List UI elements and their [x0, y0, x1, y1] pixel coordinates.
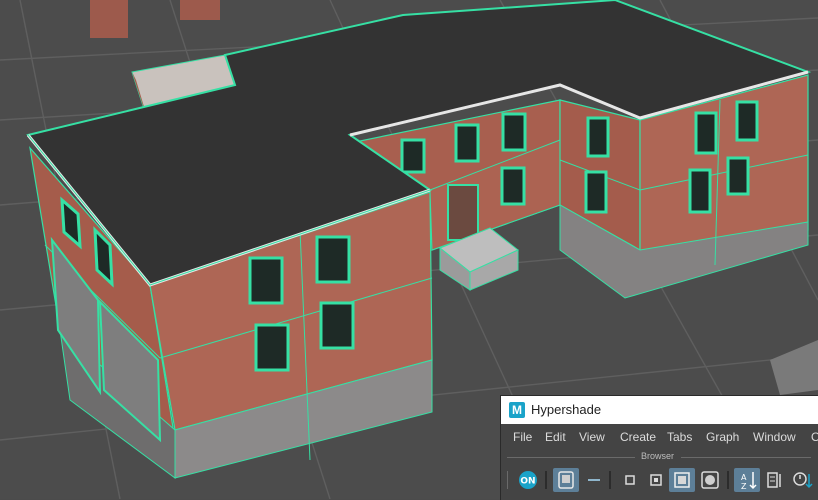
svg-text:Z: Z	[741, 482, 747, 491]
svg-text:A: A	[741, 473, 747, 482]
list-view-icon[interactable]	[581, 468, 607, 492]
large-icon-size-icon[interactable]	[669, 468, 695, 492]
browser-divider-left	[507, 457, 635, 458]
menu-overflow[interactable]: O	[811, 430, 818, 444]
menu-bar: File Edit View Create Tabs Graph Window …	[501, 425, 818, 449]
hypershade-panel[interactable]: M Hypershade File Edit View Create Tabs …	[500, 395, 818, 500]
menu-window[interactable]: Window	[753, 430, 796, 444]
window-title: Hypershade	[531, 402, 602, 417]
toolbar-handle[interactable]	[507, 471, 508, 489]
sort-by-type-icon[interactable]	[761, 468, 787, 492]
svg-text:ON: ON	[520, 477, 535, 487]
browser-toolbar: ON AZ	[501, 466, 818, 498]
small-icon-size-icon[interactable]	[617, 468, 643, 492]
maya-logo-icon: M	[509, 402, 525, 418]
swatch-view-icon[interactable]	[553, 468, 579, 492]
toolbar-separator	[727, 471, 729, 489]
sort-alphabetical-icon[interactable]: AZ	[734, 468, 760, 492]
hypershade-titlebar[interactable]: M Hypershade	[501, 396, 818, 424]
menu-tabs[interactable]: Tabs	[667, 430, 692, 444]
menu-graph[interactable]: Graph	[706, 430, 739, 444]
toolbar-separator	[545, 471, 547, 489]
menu-view[interactable]: View	[579, 430, 605, 444]
toolbar-separator	[609, 471, 611, 489]
browser-label: Browser	[641, 451, 675, 461]
extra-large-icon-size-icon[interactable]	[697, 468, 723, 492]
menu-create[interactable]: Create	[620, 430, 656, 444]
browser-section-header: Browser	[501, 450, 818, 464]
on-toggle-button[interactable]: ON	[515, 468, 541, 492]
sort-by-time-icon[interactable]	[789, 468, 815, 492]
menu-edit[interactable]: Edit	[545, 430, 566, 444]
medium-icon-size-icon[interactable]	[643, 468, 669, 492]
menu-file[interactable]: File	[513, 430, 532, 444]
browser-divider-right	[681, 457, 811, 458]
